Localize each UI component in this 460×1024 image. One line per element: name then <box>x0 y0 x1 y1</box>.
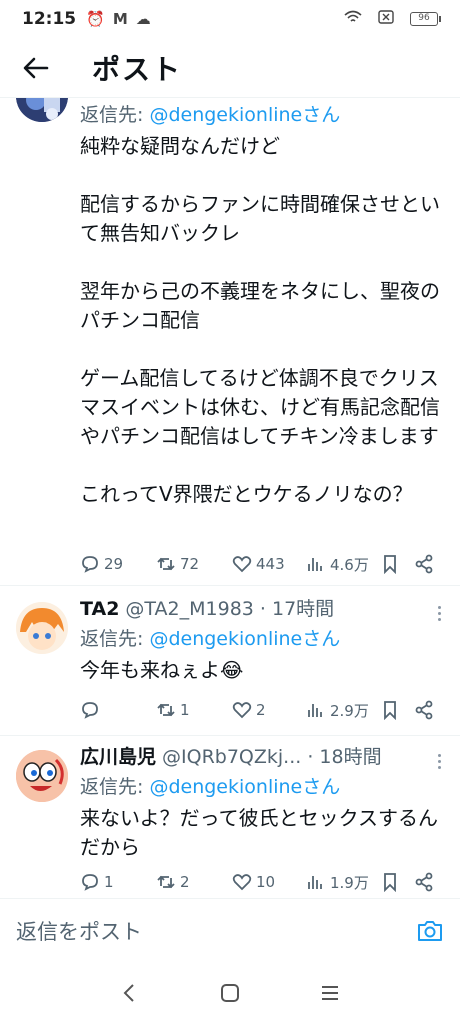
reply-button[interactable]: 29 <box>80 554 123 574</box>
like-count: 443 <box>256 555 285 573</box>
views-button[interactable]: 1.9万 <box>306 872 369 893</box>
like-count: 2 <box>256 701 266 719</box>
share-icon <box>415 554 433 574</box>
reply-composer[interactable]: 返信をポスト <box>0 898 460 962</box>
wifi-icon <box>344 10 362 28</box>
reply-input[interactable]: 返信をポスト <box>16 916 416 946</box>
bar-chart-icon <box>308 876 322 889</box>
reply-button[interactable] <box>80 700 104 720</box>
speech-bubble-icon <box>82 556 98 573</box>
reply-to: 返信先: @dengekionlineさん <box>80 100 444 130</box>
retweet-button[interactable]: 2 <box>156 872 190 892</box>
bar-chart-icon <box>308 558 322 571</box>
like-button[interactable]: 10 <box>232 872 275 892</box>
retweet-button[interactable]: 72 <box>156 554 199 574</box>
reply-to-handle[interactable]: @dengekionlineさん <box>149 104 340 126</box>
page-title: ポスト <box>92 52 183 86</box>
heart-icon <box>232 874 252 891</box>
nav-back-icon[interactable] <box>118 981 142 1005</box>
reply-to-handle[interactable]: @dengekionlineさん <box>149 776 340 798</box>
reply-to-handle[interactable]: @dengekionlineさん <box>149 628 340 650</box>
retweet-count: 2 <box>180 873 190 891</box>
like-count: 10 <box>256 873 276 891</box>
arrow-left-icon <box>23 57 49 78</box>
tweet-1[interactable]: 返信先: @dengekionlineさん 純粋な疑問なんだけど 配信するからフ… <box>0 98 460 586</box>
avatar[interactable] <box>16 602 68 654</box>
share-button[interactable] <box>414 554 434 574</box>
views-count: 1.9万 <box>330 873 369 892</box>
avatar[interactable] <box>16 98 68 122</box>
nav-home-icon[interactable] <box>218 981 242 1005</box>
bookmark-icon <box>384 701 396 720</box>
bookmark-button[interactable] <box>380 700 400 720</box>
reply-to: 返信先: @dengekionlineさん <box>80 624 444 654</box>
tweet-header: 広川島児 @IQRb7QZkj... · 18時間 <box>80 742 444 772</box>
reply-to-label: 返信先: <box>80 628 150 650</box>
more-options-icon[interactable] <box>436 606 442 621</box>
retweet-icon <box>157 557 175 571</box>
tweet-text: 来ないよ？だって彼氏とセックスするんだから <box>80 806 438 859</box>
tweet-text: 純粋な疑問なんだけど 配信するからファンに時間確保させといて無告知バックレ 翌年… <box>80 134 440 506</box>
reply-to-label: 返信先: <box>80 776 150 798</box>
battery-icon: 96 <box>410 12 441 26</box>
user-name[interactable]: TA2 <box>80 594 119 624</box>
share-icon <box>415 872 433 892</box>
avatar[interactable] <box>16 750 68 802</box>
reply-button[interactable]: 1 <box>80 872 114 892</box>
tweet-content: 返信先: @dengekionlineさん 純粋な疑問なんだけど 配信するからフ… <box>80 100 444 509</box>
alarm-icon: ⏰ <box>86 10 105 28</box>
reply-to-label: 返信先: <box>80 104 150 126</box>
reply-count: 1 <box>104 873 114 891</box>
tweet-content: TA2 @TA2_M1983 · 17時間 返信先: @dengekionlin… <box>80 594 444 685</box>
more-options-icon[interactable] <box>436 754 442 769</box>
bookmark-icon <box>384 555 396 574</box>
views-button[interactable]: 2.9万 <box>306 700 369 721</box>
bar-chart-icon <box>308 704 322 717</box>
status-bar: 12:15 ⏰ M ☁ 96 <box>0 0 460 38</box>
reply-count: 29 <box>104 555 124 573</box>
retweet-button[interactable]: 1 <box>156 700 190 720</box>
bookmark-icon <box>384 873 396 892</box>
system-nav-bar <box>0 962 460 1024</box>
camera-icon[interactable] <box>416 917 444 945</box>
tweet-2[interactable]: TA2 @TA2_M1983 · 17時間 返信先: @dengekionlin… <box>0 588 460 736</box>
status-time: 12:15 <box>22 9 77 29</box>
bookmark-button[interactable] <box>380 872 400 892</box>
heart-icon <box>232 556 252 573</box>
like-button[interactable]: 2 <box>232 700 266 720</box>
retweet-count: 1 <box>180 701 190 719</box>
share-icon <box>415 700 433 720</box>
reply-feed[interactable]: 返信先: @dengekionlineさん 純粋な疑問なんだけど 配信するからフ… <box>0 98 460 898</box>
user-name[interactable]: 広川島児 <box>80 742 156 772</box>
tweet-content: 広川島児 @IQRb7QZkj... · 18時間 返信先: @dengekio… <box>80 742 444 862</box>
speech-bubble-icon <box>82 874 98 891</box>
reply-to: 返信先: @dengekionlineさん <box>80 772 444 802</box>
gmail-icon: M <box>112 10 128 28</box>
top-bar: ポスト <box>0 38 460 98</box>
views-count: 4.6万 <box>330 555 369 574</box>
retweet-icon <box>157 703 175 717</box>
user-handle-time[interactable]: @IQRb7QZkj... · 18時間 <box>162 742 382 772</box>
tweet-actions: 29 72 443 4.6万 <box>80 550 446 578</box>
nav-menu-icon[interactable] <box>318 981 342 1005</box>
user-handle-time[interactable]: @TA2_M1983 · 17時間 <box>125 594 334 624</box>
cloud-icon: ☁ <box>135 10 151 28</box>
retweet-icon <box>157 875 175 889</box>
tweet-header: TA2 @TA2_M1983 · 17時間 <box>80 594 444 624</box>
speech-bubble-icon <box>82 702 98 719</box>
heart-icon <box>232 702 252 719</box>
views-count: 2.9万 <box>330 701 369 720</box>
share-button[interactable] <box>414 872 434 892</box>
like-button[interactable]: 443 <box>232 554 285 574</box>
sim-off-icon <box>378 10 394 28</box>
tweet-3[interactable]: 広川島児 @IQRb7QZkj... · 18時間 返信先: @dengekio… <box>0 736 460 898</box>
views-button[interactable]: 4.6万 <box>306 554 369 575</box>
tweet-actions: 1 2 2.9万 <box>80 696 446 724</box>
tweet-text: 今年も来ねぇよ😂 <box>80 658 244 682</box>
back-button[interactable] <box>0 38 72 98</box>
bookmark-button[interactable] <box>380 554 400 574</box>
tweet-actions: 1 2 10 1.9万 <box>80 868 446 896</box>
share-button[interactable] <box>414 700 434 720</box>
retweet-count: 72 <box>180 555 200 573</box>
